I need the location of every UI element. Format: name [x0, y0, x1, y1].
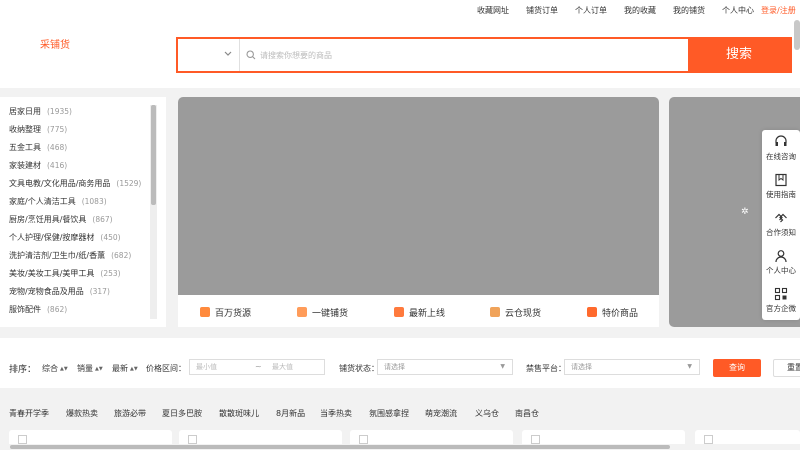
- box-icon: [200, 307, 210, 317]
- online-consult-button[interactable]: 在线咨询: [762, 130, 800, 168]
- sort-arrows-icon: ▲▼: [60, 366, 68, 372]
- category-item[interactable]: 居家日用 (1935): [0, 103, 166, 121]
- category-item[interactable]: 个人护理/保健/按摩器材 (450): [0, 229, 166, 247]
- sort-comprehensive[interactable]: 综合 ▲▼: [42, 363, 68, 374]
- category-item[interactable]: 收纳整理 (775): [0, 121, 166, 139]
- product-checkbox[interactable]: [18, 435, 27, 444]
- price-max-input[interactable]: [266, 360, 324, 374]
- nav-personal-orders[interactable]: 个人订单: [575, 5, 607, 16]
- official-wecom-button[interactable]: 官方企微: [762, 282, 800, 320]
- price-range-separator: ~: [255, 362, 262, 371]
- tag-item[interactable]: 爆款热卖: [66, 408, 98, 419]
- category-item[interactable]: 厨房/烹饪用具/餐饮具 (867): [0, 211, 166, 229]
- sort-sales[interactable]: 销量 ▲▼: [77, 363, 103, 374]
- filter-bar: 排序： 综合▲▼ 销量▲▼ 最新▲▼ 价格区间： ~ 铺货状态： 请选择▼ 禁售…: [0, 338, 800, 388]
- distribution-status-select[interactable]: 请选择 ▼: [377, 359, 513, 375]
- page-scrollbar-thumb[interactable]: [794, 20, 800, 50]
- headset-icon: [775, 135, 787, 146]
- category-list: 居家日用 (1935) 收纳整理 (775) 五金工具 (468) 家装建材 (416)…: [0, 97, 166, 327]
- search-button[interactable]: 搜索: [688, 39, 790, 71]
- tag-item[interactable]: 青春开学季: [9, 408, 49, 419]
- calendar-icon: [394, 307, 404, 317]
- nav-favorite-site[interactable]: 收藏网址: [477, 5, 509, 16]
- category-item[interactable]: 五金工具 (468): [0, 139, 166, 157]
- chevron-down-icon: ▼: [500, 363, 505, 370]
- personal-center-button[interactable]: 个人中心: [762, 244, 800, 282]
- tab-one-click-distribution[interactable]: 一键铺货: [297, 306, 348, 319]
- banned-platform-select[interactable]: 请选择 ▼: [564, 359, 700, 375]
- search-bar: 搜索: [176, 37, 792, 73]
- tag-item[interactable]: 8月新品: [276, 408, 305, 419]
- horizontal-scrollbar[interactable]: [0, 444, 800, 450]
- tab-special-offers[interactable]: 特价商品: [587, 306, 638, 319]
- tag-item[interactable]: 夏日多巴胺: [162, 408, 202, 419]
- tag-item[interactable]: 当季热卖: [320, 408, 352, 419]
- tag-item[interactable]: 氛围感拿捏: [369, 408, 409, 419]
- top-nav: 收藏网址 铺货订单 个人订单 我的收藏 我的铺货 个人中心 登录/注册: [0, 0, 800, 20]
- sort-label: 排序：: [9, 365, 37, 375]
- category-item[interactable]: 家装建材 (416): [0, 157, 166, 175]
- cart-icon: [297, 307, 307, 317]
- bookmark-icon: [775, 173, 787, 187]
- main-banner[interactable]: [178, 97, 659, 295]
- tag-item[interactable]: 萌宠潮流: [425, 408, 457, 419]
- nav-my-distribution[interactable]: 我的铺货: [673, 5, 705, 16]
- tag-icon: [587, 307, 597, 317]
- floating-menu: 在线咨询 使用指南 合作须知 个人中心 官方企微: [762, 130, 800, 320]
- user-guide-button[interactable]: 使用指南: [762, 168, 800, 206]
- cube-icon: [490, 307, 500, 317]
- tag-list: 青春开学季 爆款热卖 旅游必带 夏日多巴胺 散散斑味儿 8月新品 当季热卖 氛围…: [0, 400, 800, 428]
- search-icon: [246, 50, 256, 60]
- nav-personal-center[interactable]: 个人中心: [722, 5, 754, 16]
- horizontal-scrollbar-thumb[interactable]: [10, 445, 670, 449]
- query-button[interactable]: 查询: [713, 359, 761, 377]
- tag-item[interactable]: 旅游必带: [114, 408, 146, 419]
- category-item[interactable]: 家庭/个人清洁工具 (1083): [0, 193, 166, 211]
- header: 采铺货 搜索: [0, 20, 800, 88]
- login-register-link[interactable]: 登录/注册: [761, 5, 796, 16]
- handshake-icon: [775, 213, 787, 223]
- tag-item[interactable]: 南昌仓: [515, 408, 539, 419]
- nav-my-favorites[interactable]: 我的收藏: [624, 5, 656, 16]
- price-range-label: 价格区间：: [146, 364, 186, 373]
- product-checkbox[interactable]: [188, 435, 197, 444]
- tag-item[interactable]: 义乌仓: [475, 408, 499, 419]
- product-checkbox[interactable]: [531, 435, 540, 444]
- tab-new-arrivals[interactable]: 最新上线: [394, 306, 445, 319]
- user-icon: [775, 250, 787, 263]
- product-checkbox[interactable]: [359, 435, 368, 444]
- category-scrollbar[interactable]: [150, 105, 157, 319]
- category-item[interactable]: 文具电教/文化用品/商务用品 (1529): [0, 175, 166, 193]
- chevron-down-icon: [224, 51, 232, 56]
- banner-tabs: 百万货源 一键铺货 最新上线 云仓现货 特价商品: [178, 295, 659, 327]
- category-item[interactable]: 宠物/宠物食品及用品 (317): [0, 283, 166, 301]
- category-item[interactable]: 美妆/美妆工具/美甲工具 (253): [0, 265, 166, 283]
- tab-cloud-warehouse[interactable]: 云仓现货: [490, 306, 541, 319]
- category-scrollbar-thumb[interactable]: [151, 105, 156, 205]
- tab-million-sources[interactable]: 百万货源: [200, 306, 251, 319]
- nav-distribution-orders[interactable]: 铺货订单: [526, 5, 558, 16]
- loading-spinner-icon: ✲: [741, 207, 749, 217]
- sort-arrows-icon: ▲▼: [130, 366, 138, 372]
- search-input[interactable]: [260, 47, 560, 63]
- sort-newest[interactable]: 最新 ▲▼: [112, 363, 138, 374]
- cooperation-notes-button[interactable]: 合作须知: [762, 206, 800, 244]
- sort-arrows-icon: ▲▼: [95, 366, 103, 372]
- tag-item[interactable]: 散散斑味儿: [219, 408, 259, 419]
- distribution-status-label: 铺货状态：: [339, 364, 379, 373]
- logo[interactable]: 采铺货: [40, 36, 70, 51]
- banned-platform-label: 禁售平台：: [526, 364, 566, 373]
- product-checkbox[interactable]: [704, 435, 713, 444]
- chevron-down-icon: ▼: [687, 363, 692, 370]
- category-item[interactable]: 洗护清洁剂/卫生巾/纸/香薰 (682): [0, 247, 166, 265]
- search-category-dropdown[interactable]: [178, 39, 240, 71]
- category-item[interactable]: 服饰配件 (862): [0, 301, 166, 319]
- qr-code-icon: [774, 287, 788, 301]
- reset-button[interactable]: 重置: [773, 359, 800, 377]
